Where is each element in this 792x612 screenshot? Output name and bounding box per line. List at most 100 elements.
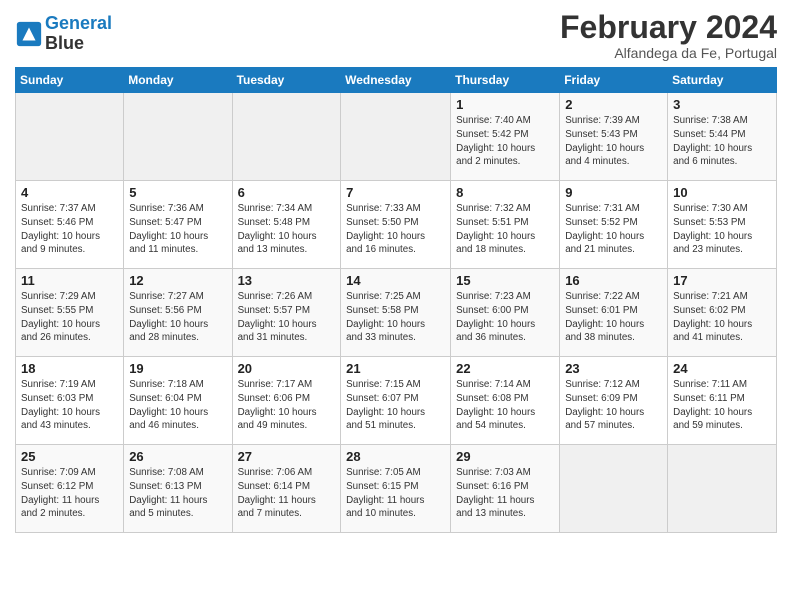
calendar-cell: 16 Sunrise: 7:22 AMSunset: 6:01 PMDayligh… [560, 269, 668, 357]
calendar-cell: 25 Sunrise: 7:09 AMSunset: 6:12 PMDayligh… [16, 445, 124, 533]
calendar-table: SundayMondayTuesdayWednesdayThursdayFrid… [15, 67, 777, 533]
calendar-cell: 24 Sunrise: 7:11 AMSunset: 6:11 PMDayligh… [668, 357, 777, 445]
calendar-cell [668, 445, 777, 533]
day-info: Sunrise: 7:25 AMSunset: 5:58 PMDaylight:… [346, 290, 445, 345]
day-info: Sunrise: 7:08 AMSunset: 6:13 PMDaylight:… [129, 466, 226, 521]
day-number: 21 [346, 361, 445, 376]
day-number: 14 [346, 273, 445, 288]
day-info: Sunrise: 7:09 AMSunset: 6:12 PMDaylight:… [21, 466, 118, 521]
calendar-week-row: 25 Sunrise: 7:09 AMSunset: 6:12 PMDayligh… [16, 445, 777, 533]
calendar-week-row: 1Sunrise: 7:40 AMSunset: 5:42 PMDaylight… [16, 93, 777, 181]
day-number: 9 [565, 185, 662, 200]
weekday-header: Tuesday [232, 68, 341, 93]
calendar-cell: 8 Sunrise: 7:32 AMSunset: 5:51 PMDaylight… [451, 181, 560, 269]
logo: General Blue [15, 14, 112, 54]
day-number: 16 [565, 273, 662, 288]
day-info: Sunrise: 7:30 AMSunset: 5:53 PMDaylight:… [673, 202, 771, 257]
day-info: Sunrise: 7:12 AMSunset: 6:09 PMDaylight:… [565, 378, 662, 433]
calendar-cell: 22Sunrise: 7:14 AMSunset: 6:08 PMDayligh… [451, 357, 560, 445]
calendar-cell: 29 Sunrise: 7:03 AMSunset: 6:16 PMDayligh… [451, 445, 560, 533]
day-number: 11 [21, 273, 118, 288]
day-number: 10 [673, 185, 771, 200]
calendar-week-row: 11 Sunrise: 7:29 AMSunset: 5:55 PMDayligh… [16, 269, 777, 357]
calendar-cell: 15 Sunrise: 7:23 AMSunset: 6:00 PMDayligh… [451, 269, 560, 357]
day-number: 29 [456, 449, 554, 464]
calendar-cell: 4 Sunrise: 7:37 AMSunset: 5:46 PMDaylight… [16, 181, 124, 269]
calendar-cell [560, 445, 668, 533]
day-number: 25 [21, 449, 118, 464]
day-info: Sunrise: 7:31 AMSunset: 5:52 PMDaylight:… [565, 202, 662, 257]
calendar-header-row: SundayMondayTuesdayWednesdayThursdayFrid… [16, 68, 777, 93]
calendar-cell: 10 Sunrise: 7:30 AMSunset: 5:53 PMDayligh… [668, 181, 777, 269]
calendar-cell: 27 Sunrise: 7:06 AMSunset: 6:14 PMDayligh… [232, 445, 341, 533]
calendar-cell: 19 Sunrise: 7:18 AMSunset: 6:04 PMDayligh… [124, 357, 232, 445]
day-number: 28 [346, 449, 445, 464]
day-info: Sunrise: 7:06 AMSunset: 6:14 PMDaylight:… [238, 466, 336, 521]
calendar-cell: 12 Sunrise: 7:27 AMSunset: 5:56 PMDayligh… [124, 269, 232, 357]
calendar-cell: 11 Sunrise: 7:29 AMSunset: 5:55 PMDayligh… [16, 269, 124, 357]
logo-blue-text: Blue [45, 33, 84, 53]
day-number: 6 [238, 185, 336, 200]
calendar-cell [341, 93, 451, 181]
day-info: Sunrise: 7:40 AMSunset: 5:42 PMDaylight:… [456, 114, 554, 169]
calendar-cell: 9 Sunrise: 7:31 AMSunset: 5:52 PMDaylight… [560, 181, 668, 269]
day-info: Sunrise: 7:37 AMSunset: 5:46 PMDaylight:… [21, 202, 118, 257]
day-number: 18 [21, 361, 118, 376]
header: General Blue February 2024 Alfandega da … [15, 10, 777, 61]
day-info: Sunrise: 7:11 AMSunset: 6:11 PMDaylight:… [673, 378, 771, 433]
day-info: Sunrise: 7:15 AMSunset: 6:07 PMDaylight:… [346, 378, 445, 433]
day-info: Sunrise: 7:33 AMSunset: 5:50 PMDaylight:… [346, 202, 445, 257]
day-info: Sunrise: 7:26 AMSunset: 5:57 PMDaylight:… [238, 290, 336, 345]
logo-icon [15, 20, 43, 48]
day-info: Sunrise: 7:32 AMSunset: 5:51 PMDaylight:… [456, 202, 554, 257]
day-info: Sunrise: 7:29 AMSunset: 5:55 PMDaylight:… [21, 290, 118, 345]
day-info: Sunrise: 7:23 AMSunset: 6:00 PMDaylight:… [456, 290, 554, 345]
day-info: Sunrise: 7:36 AMSunset: 5:47 PMDaylight:… [129, 202, 226, 257]
calendar-cell: 21 Sunrise: 7:15 AMSunset: 6:07 PMDayligh… [341, 357, 451, 445]
day-number: 3 [673, 97, 771, 112]
calendar-cell [16, 93, 124, 181]
day-number: 7 [346, 185, 445, 200]
calendar-cell: 23 Sunrise: 7:12 AMSunset: 6:09 PMDayligh… [560, 357, 668, 445]
day-number: 27 [238, 449, 336, 464]
day-info: Sunrise: 7:17 AMSunset: 6:06 PMDaylight:… [238, 378, 336, 433]
calendar-cell: 14 Sunrise: 7:25 AMSunset: 5:58 PMDayligh… [341, 269, 451, 357]
day-number: 24 [673, 361, 771, 376]
day-number: 13 [238, 273, 336, 288]
day-number: 20 [238, 361, 336, 376]
day-info: Sunrise: 7:27 AMSunset: 5:56 PMDaylight:… [129, 290, 226, 345]
weekday-header: Sunday [16, 68, 124, 93]
day-number: 12 [129, 273, 226, 288]
day-number: 23 [565, 361, 662, 376]
day-info: Sunrise: 7:18 AMSunset: 6:04 PMDaylight:… [129, 378, 226, 433]
calendar-cell: 18Sunrise: 7:19 AMSunset: 6:03 PMDayligh… [16, 357, 124, 445]
subtitle: Alfandega da Fe, Portugal [560, 45, 777, 61]
day-info: Sunrise: 7:39 AMSunset: 5:43 PMDaylight:… [565, 114, 662, 169]
calendar-cell: 5Sunrise: 7:36 AMSunset: 5:47 PMDaylight… [124, 181, 232, 269]
weekday-header: Monday [124, 68, 232, 93]
day-info: Sunrise: 7:21 AMSunset: 6:02 PMDaylight:… [673, 290, 771, 345]
day-info: Sunrise: 7:03 AMSunset: 6:16 PMDaylight:… [456, 466, 554, 521]
day-info: Sunrise: 7:22 AMSunset: 6:01 PMDaylight:… [565, 290, 662, 345]
calendar-cell: 1Sunrise: 7:40 AMSunset: 5:42 PMDaylight… [451, 93, 560, 181]
calendar-cell [124, 93, 232, 181]
calendar-cell: 7 Sunrise: 7:33 AMSunset: 5:50 PMDaylight… [341, 181, 451, 269]
day-number: 8 [456, 185, 554, 200]
day-info: Sunrise: 7:05 AMSunset: 6:15 PMDaylight:… [346, 466, 445, 521]
weekday-header: Thursday [451, 68, 560, 93]
calendar-cell: 2Sunrise: 7:39 AMSunset: 5:43 PMDaylight… [560, 93, 668, 181]
day-number: 4 [21, 185, 118, 200]
day-number: 15 [456, 273, 554, 288]
calendar-cell: 6Sunrise: 7:34 AMSunset: 5:48 PMDaylight… [232, 181, 341, 269]
weekday-header: Wednesday [341, 68, 451, 93]
title-block: February 2024 Alfandega da Fe, Portugal [560, 10, 777, 61]
day-info: Sunrise: 7:14 AMSunset: 6:08 PMDaylight:… [456, 378, 554, 433]
calendar-cell: 26Sunrise: 7:08 AMSunset: 6:13 PMDayligh… [124, 445, 232, 533]
calendar-cell: 13 Sunrise: 7:26 AMSunset: 5:57 PMDayligh… [232, 269, 341, 357]
main-title: February 2024 [560, 10, 777, 45]
day-number: 19 [129, 361, 226, 376]
logo-text: General Blue [45, 14, 112, 54]
day-number: 17 [673, 273, 771, 288]
calendar-cell [232, 93, 341, 181]
logo-general: General [45, 13, 112, 33]
